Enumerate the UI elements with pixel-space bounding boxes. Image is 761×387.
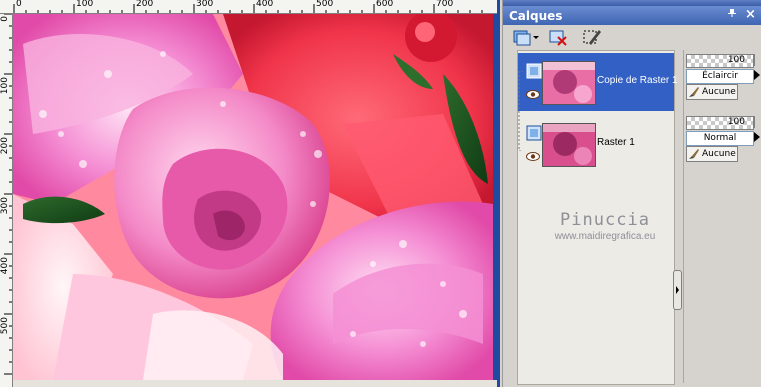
chevron-down-icon[interactable] <box>531 27 541 47</box>
palette-title: Calques <box>509 9 563 23</box>
ruler-label: 0 <box>16 0 22 9</box>
layer-row-copie-de-raster-1[interactable]: Copie de Raster 1 <box>518 53 678 111</box>
ruler-label: 300 <box>0 197 10 215</box>
mask-label: Aucune <box>702 149 736 159</box>
ruler-label: 500 <box>0 317 10 335</box>
layer-group-bracket <box>518 71 523 151</box>
opacity-spinner[interactable] <box>754 54 761 66</box>
blend-mode-select[interactable]: Normal <box>686 131 754 146</box>
mask-link-button[interactable]: Aucune <box>686 84 738 100</box>
brush-icon <box>688 86 700 98</box>
mask-label: Aucune <box>702 87 736 97</box>
layer-name: Copie de Raster 1 <box>597 75 678 86</box>
ruler-label: 500 <box>316 0 334 9</box>
chevron-right-icon[interactable] <box>754 132 760 142</box>
ruler-label: 100 <box>0 77 10 95</box>
layer-properties-column: 100 Éclaircir Aucune 100 Normal Aucune <box>683 50 761 383</box>
layer-properties-raster-1: 100 Normal Aucune <box>686 116 761 176</box>
ruler-label: 400 <box>0 257 10 275</box>
ruler-label: 300 <box>196 0 214 9</box>
palette-collapse-handle[interactable] <box>673 270 682 310</box>
opacity-value: 100 <box>727 117 745 127</box>
raster-layer-icon <box>526 63 542 79</box>
delete-layer-icon[interactable] <box>547 27 569 47</box>
vertical-ruler: 0 100 200 300 400 500 <box>0 14 13 387</box>
watermark-name: Pinuccia <box>560 210 650 230</box>
rose-photo <box>13 14 493 380</box>
layer-name: Raster 1 <box>597 137 635 148</box>
blend-mode-select[interactable]: Éclaircir <box>686 69 754 84</box>
opacity-spinner[interactable] <box>754 116 761 128</box>
pin-icon[interactable] <box>727 8 737 21</box>
layers-toolbar <box>503 25 761 49</box>
horizontal-scrollbar[interactable] <box>13 380 497 387</box>
chevron-right-icon[interactable] <box>754 70 760 80</box>
watermark-url: www.maidiregrafica.eu <box>554 231 656 242</box>
eye-icon[interactable] <box>526 89 540 99</box>
eye-icon[interactable] <box>526 151 540 161</box>
layers-palette: Calques × Copie de Raster 1 Raster 1 100… <box>502 0 761 387</box>
brush-icon <box>688 148 700 160</box>
layer-thumbnail <box>542 61 596 105</box>
ruler-label: 0 <box>0 16 10 22</box>
watermark: Pinuccia www.maidiregrafica.eu <box>540 210 670 242</box>
layer-thumbnail <box>542 123 596 167</box>
horizontal-ruler-ticks <box>13 4 483 13</box>
horizontal-ruler: 0 100 200 300 400 500 600 700 <box>0 0 497 14</box>
opacity-slider[interactable]: 100 <box>686 116 754 130</box>
layer-properties-copie-de-raster-1: 100 Éclaircir Aucune <box>686 54 761 114</box>
image-canvas[interactable] <box>13 14 493 380</box>
ruler-label: 400 <box>256 0 274 9</box>
palette-title-bar[interactable]: Calques × <box>503 6 761 25</box>
vertical-scrollbar[interactable] <box>493 14 500 380</box>
new-raster-layer-icon[interactable] <box>511 27 533 47</box>
edit-selection-icon[interactable] <box>581 27 603 47</box>
ruler-label: 200 <box>0 137 10 155</box>
raster-layer-icon <box>526 125 542 141</box>
layer-row-raster-1[interactable]: Raster 1 <box>518 115 674 173</box>
ruler-label: 200 <box>136 0 154 9</box>
canvas-window: 0 100 200 300 400 500 600 700 0 100 200 … <box>0 0 500 387</box>
opacity-value: 100 <box>727 55 745 65</box>
close-icon[interactable]: × <box>745 7 756 22</box>
ruler-label: 100 <box>76 0 94 9</box>
ruler-label: 700 <box>436 0 454 9</box>
ruler-label: 600 <box>376 0 394 9</box>
opacity-slider[interactable]: 100 <box>686 54 754 68</box>
mask-link-button[interactable]: Aucune <box>686 146 738 162</box>
